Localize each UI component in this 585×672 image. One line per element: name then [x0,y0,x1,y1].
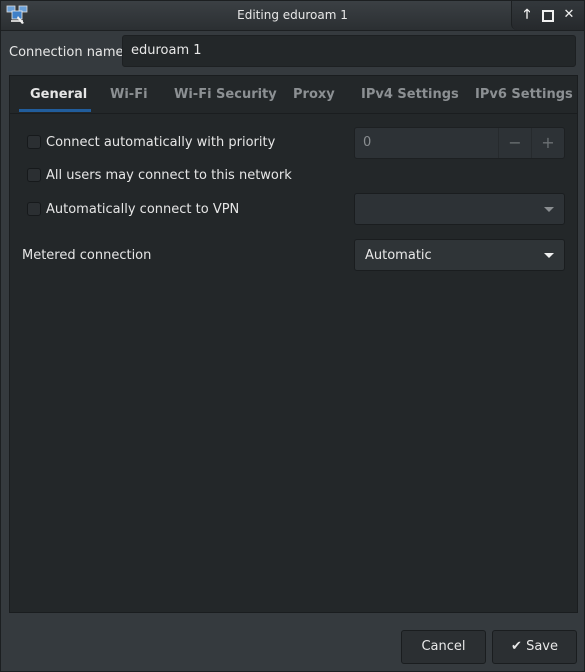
priority-decrement-button[interactable]: − [498,128,531,158]
window-title: Editing eduroam 1 [237,8,348,22]
active-tab-indicator [19,109,91,112]
tab-proxy[interactable]: Proxy [293,87,335,102]
close-icon: ✕ [563,7,575,22]
tab-ipv4-settings[interactable]: IPv4 Settings [361,87,459,102]
window-controls: 🡑 ✕ [511,1,584,30]
maximize-button[interactable] [541,7,555,23]
auto-vpn-label: Automatically connect to VPN [46,202,240,217]
save-button[interactable]: ✔ Save [492,630,577,664]
auto-connect-label: Connect automatically with priority [46,135,276,150]
metered-combobox[interactable]: Automatic [354,239,565,271]
auto-vpn-checkbox[interactable] [27,202,41,216]
plus-icon: + [541,133,555,152]
tab-wifi[interactable]: Wi-Fi [110,87,148,102]
up-arrow-icon: 🡑 [523,7,531,22]
chevron-down-icon [544,207,554,212]
maximize-icon [542,10,554,22]
dialog-window: Editing eduroam 1 🡑 ✕ Connection name ed… [0,0,585,672]
tab-ipv6-settings[interactable]: IPv6 Settings [475,87,573,102]
keep-above-button[interactable]: 🡑 [520,7,534,23]
priority-spinbutton[interactable]: 0 − + [354,127,565,159]
metered-connection-label: Metered connection [22,248,152,263]
title-bar[interactable]: Editing eduroam 1 🡑 ✕ [1,1,584,31]
save-label: Save [526,639,558,654]
all-users-label: All users may connect to this network [46,168,292,183]
checkmark-icon: ✔ [511,639,522,654]
connection-name-input[interactable]: eduroam 1 [122,35,576,67]
cancel-label: Cancel [421,639,466,654]
priority-value: 0 [363,135,372,150]
tab-bar: General Wi-Fi Wi-Fi Security Proxy IPv4 … [10,76,577,114]
priority-increment-button[interactable]: + [531,128,564,158]
all-users-checkbox[interactable] [27,168,41,182]
auto-connect-checkbox[interactable] [27,135,41,149]
vpn-combobox[interactable] [354,193,565,225]
tab-wifi-security[interactable]: Wi-Fi Security [174,87,277,102]
settings-notebook: General Wi-Fi Wi-Fi Security Proxy IPv4 … [9,75,578,613]
minus-icon: − [508,133,522,152]
close-button[interactable]: ✕ [562,7,576,23]
metered-selected: Automatic [365,248,432,263]
cancel-button[interactable]: Cancel [401,630,486,664]
tab-general[interactable]: General [30,87,87,102]
chevron-down-icon [544,253,554,258]
connection-name-label: Connection name [9,45,124,60]
